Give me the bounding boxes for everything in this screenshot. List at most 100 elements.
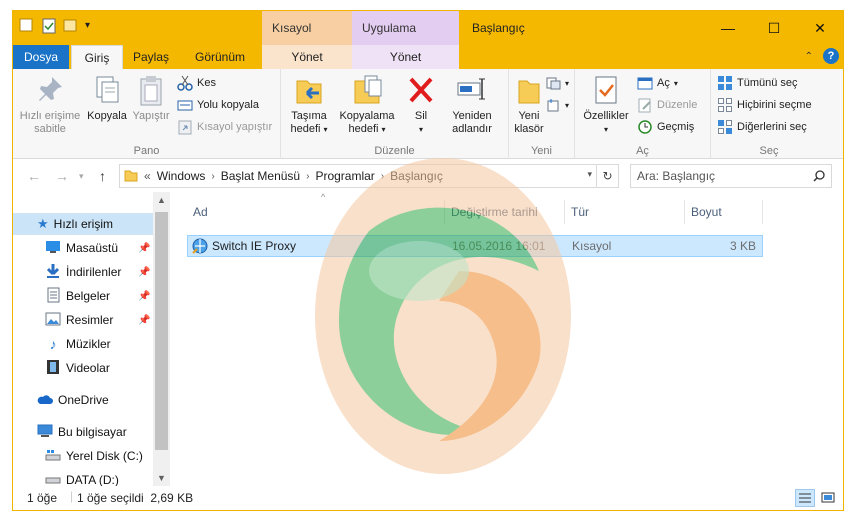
pin-icon[interactable]: 📌 bbox=[138, 243, 150, 254]
nav-item-local-disk-c[interactable]: Yerel Disk (C:) bbox=[13, 445, 153, 467]
open-icon bbox=[637, 75, 653, 91]
address-bar[interactable]: « Windows › Başlat Menüsü › Programlar ›… bbox=[119, 164, 619, 188]
column-header-date[interactable]: Değiştirme tarihi bbox=[445, 200, 565, 224]
chevron-right-icon[interactable]: › bbox=[306, 171, 309, 182]
folder-icon[interactable] bbox=[19, 17, 35, 35]
tab-view[interactable]: Görünüm bbox=[181, 45, 259, 69]
cut-button[interactable]: Kes bbox=[177, 73, 216, 93]
pin-icon[interactable]: 📌 bbox=[138, 291, 150, 302]
disk-icon bbox=[45, 448, 61, 465]
folder-icon bbox=[124, 168, 138, 185]
large-icons-view-icon[interactable] bbox=[818, 489, 838, 507]
paste-shortcut-icon bbox=[177, 119, 193, 135]
copy-to-button[interactable]: Kopyalama hedefi ▾ bbox=[337, 73, 397, 136]
new-item-button[interactable]: ▾ bbox=[545, 73, 569, 93]
properties-icon[interactable] bbox=[41, 17, 57, 35]
file-type: Kısayol bbox=[572, 239, 612, 253]
move-to-button[interactable]: Taşıma hedefi ▾ bbox=[285, 73, 333, 136]
nav-item-pictures[interactable]: Resimler 📌 bbox=[13, 309, 153, 331]
window-title: Başlangıç bbox=[472, 21, 525, 35]
select-none-button[interactable]: Hiçbirini seçme bbox=[717, 95, 812, 115]
breadcrumb-programs[interactable]: Programlar bbox=[315, 169, 374, 183]
shortcut-tools-context-tab[interactable]: Kısayol Araçları bbox=[262, 11, 352, 69]
refresh-icon[interactable]: ↻ bbox=[596, 165, 618, 187]
nav-label: Hızlı erişim bbox=[53, 217, 113, 231]
delete-button[interactable]: Sil ▾ bbox=[403, 73, 439, 136]
ribbon-group-open: Özellikler ▾ Aç ▾ Düzenle Geçmiş Aç bbox=[575, 69, 711, 159]
tab-share[interactable]: Paylaş bbox=[125, 45, 177, 69]
up-arrow-icon[interactable]: ↑ bbox=[99, 168, 106, 184]
app-tools-context-tab[interactable]: Uygulama Araçları bbox=[352, 11, 459, 69]
pin-icon[interactable]: 📌 bbox=[138, 315, 150, 326]
copy-button[interactable]: Kopyala bbox=[85, 73, 129, 123]
maximize-button[interactable]: ☐ bbox=[751, 11, 797, 45]
forward-arrow-icon[interactable]: → bbox=[55, 168, 69, 184]
copy-path-label: Yolu kopyala bbox=[197, 99, 259, 111]
paste-button[interactable]: Yapıştır bbox=[129, 73, 173, 123]
breadcrumb-start-menu[interactable]: Başlat Menüsü bbox=[221, 169, 300, 183]
ribbon-group-new: Yeni klasör ▾ ▾ Yeni bbox=[509, 69, 575, 159]
chevron-up-icon[interactable]: ⌃ bbox=[805, 51, 813, 62]
nav-item-this-pc[interactable]: Bu bilgisayar bbox=[13, 421, 153, 443]
nav-item-quick-access[interactable]: ★ Hızlı erişim bbox=[13, 213, 153, 235]
rename-button[interactable]: Yeniden adlandır bbox=[443, 73, 501, 136]
nav-item-documents[interactable]: Belgeler 📌 bbox=[13, 285, 153, 307]
file-name[interactable]: Switch IE Proxy bbox=[212, 239, 296, 253]
pin-quick-access-button[interactable]: Hızlı erişime sabitle bbox=[17, 73, 83, 136]
paste-shortcut-label: Kısayol yapıştır bbox=[197, 121, 273, 133]
copy-path-button[interactable]: Yolu kopyala bbox=[177, 95, 259, 115]
tab-file[interactable]: Dosya bbox=[13, 45, 69, 69]
nav-item-desktop[interactable]: Masaüstü 📌 bbox=[13, 237, 153, 259]
nav-item-onedrive[interactable]: OneDrive bbox=[13, 389, 153, 411]
back-arrow-icon[interactable]: ← bbox=[27, 168, 41, 184]
column-header-name[interactable]: Ad bbox=[187, 200, 445, 224]
chevron-down-icon[interactable]: ▾ bbox=[587, 169, 592, 180]
copy-icon bbox=[91, 73, 123, 107]
tab-manage-app[interactable]: Yönet bbox=[352, 45, 459, 69]
status-bar: 1 öğe | 1 öğe seçildi 2,69 KB bbox=[13, 486, 843, 510]
table-row[interactable]: Switch IE Proxy 16.05.2016 16:01 Kısayol… bbox=[187, 235, 763, 257]
music-icon: ♪ bbox=[49, 336, 57, 352]
invert-selection-button[interactable]: Diğerlerini seç bbox=[717, 117, 807, 137]
chevron-right-icon[interactable]: › bbox=[211, 171, 214, 182]
scroll-down-icon[interactable]: ▼ bbox=[153, 473, 170, 483]
new-folder-button[interactable]: Yeni klasör bbox=[509, 73, 549, 136]
ribbon-group-clipboard: Hızlı erişime sabitle Kopyala Yapıştır K… bbox=[13, 69, 281, 159]
breadcrumb-startup[interactable]: Başlangıç bbox=[390, 169, 443, 183]
scrollbar-thumb[interactable] bbox=[155, 212, 168, 450]
paste-shortcut-button[interactable]: Kısayol yapıştır bbox=[177, 117, 272, 137]
tab-manage-shortcut[interactable]: Yönet bbox=[262, 45, 352, 69]
close-button[interactable]: ✕ bbox=[797, 11, 843, 45]
address-prefix[interactable]: « bbox=[144, 169, 151, 183]
details-view-icon[interactable] bbox=[795, 489, 815, 507]
scroll-up-icon[interactable]: ▲ bbox=[153, 195, 170, 205]
pin-icon[interactable]: 📌 bbox=[138, 267, 150, 278]
minimize-button[interactable]: — bbox=[705, 11, 751, 45]
ribbon-controls: ⌃ ? bbox=[805, 48, 839, 64]
tab-home[interactable]: Giriş bbox=[71, 45, 123, 69]
recent-locations-chevron-icon[interactable]: ▾ bbox=[79, 171, 84, 182]
search-input[interactable]: Ara: Başlangıç bbox=[630, 164, 832, 188]
easy-access-button[interactable]: ▾ bbox=[545, 95, 569, 115]
open-button[interactable]: Aç ▾ bbox=[637, 73, 678, 93]
nav-pane-scrollbar[interactable]: ▲ ▼ bbox=[153, 192, 170, 486]
help-icon[interactable]: ? bbox=[823, 48, 839, 64]
history-button[interactable]: Geçmiş bbox=[637, 117, 694, 137]
search-icon[interactable] bbox=[813, 165, 825, 194]
desktop-icon bbox=[45, 240, 61, 257]
nav-item-downloads[interactable]: İndirilenler 📌 bbox=[13, 261, 153, 283]
new-folder-icon[interactable] bbox=[63, 17, 79, 35]
move-to-icon bbox=[293, 73, 325, 107]
select-all-button[interactable]: Tümünü seç bbox=[717, 73, 798, 93]
nav-item-music[interactable]: ♪ Müzikler bbox=[13, 333, 153, 355]
edit-button[interactable]: Düzenle bbox=[637, 95, 697, 115]
chevron-down-icon[interactable]: ▾ bbox=[85, 17, 101, 35]
column-header-type[interactable]: Tür bbox=[565, 200, 685, 224]
select-group-label: Seç bbox=[759, 145, 779, 157]
nav-item-videos[interactable]: Videolar bbox=[13, 357, 153, 379]
column-header-size[interactable]: Boyut bbox=[685, 200, 763, 224]
properties-button[interactable]: Özellikler ▾ bbox=[579, 73, 633, 136]
status-divider: | bbox=[70, 489, 74, 503]
chevron-right-icon[interactable]: › bbox=[381, 171, 384, 182]
breadcrumb-windows[interactable]: Windows bbox=[157, 169, 206, 183]
